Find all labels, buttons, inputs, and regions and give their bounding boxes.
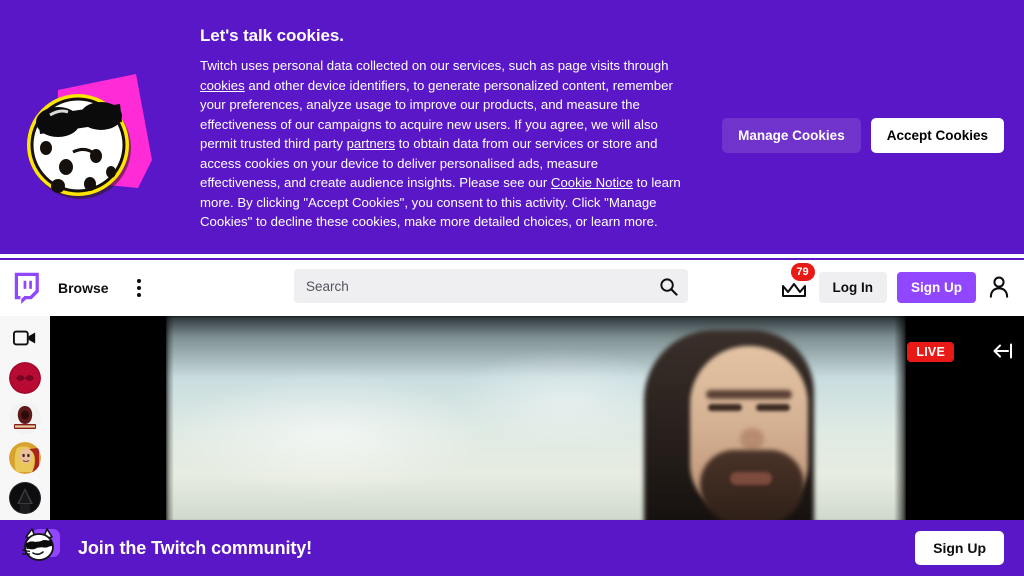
cool-cat-mascot xyxy=(20,527,66,569)
video-camera-glyph xyxy=(13,330,36,346)
collapse-left-arrow-icon[interactable] xyxy=(990,338,1016,364)
cookie-mascot-illustration xyxy=(0,12,200,242)
channel-avatar-4-icon xyxy=(9,482,41,514)
cool-cat-with-sunglasses-icon xyxy=(21,528,60,561)
join-community-title: Join the Twitch community! xyxy=(78,537,313,558)
join-community-bar: Join the Twitch community! Sign Up xyxy=(0,520,1024,576)
sign-up-button-nav[interactable]: Sign Up xyxy=(897,271,976,303)
partners-link[interactable]: partners xyxy=(347,136,395,151)
accept-cookies-button[interactable]: Accept Cookies xyxy=(870,118,1004,153)
prime-crown-icon xyxy=(781,283,806,297)
twitch-page: Let's talk cookies. Twitch uses personal… xyxy=(0,0,1024,576)
sign-up-button-bottom[interactable]: Sign Up xyxy=(915,531,1004,565)
search-icon xyxy=(659,277,678,296)
kebab-dot xyxy=(136,293,141,297)
nav-right-group: 79 Log In Sign Up xyxy=(781,258,1013,316)
cookie-notice-link[interactable]: Cookie Notice xyxy=(551,175,633,190)
prime-notifications[interactable]: 79 xyxy=(781,263,815,301)
search-bar xyxy=(294,269,688,303)
nav-left-group: Browse xyxy=(0,271,153,305)
kebab-dot xyxy=(136,279,141,283)
cookie-banner-body: Twitch uses personal data collected on o… xyxy=(200,56,682,232)
streamer-brow xyxy=(706,390,792,399)
streamer-eye-left xyxy=(708,404,742,411)
streamer-mouth xyxy=(730,472,772,485)
sidebar-item-channel-3[interactable] xyxy=(9,442,41,474)
video-player-stage[interactable]: LIVE xyxy=(50,316,1024,522)
cookie-banner-text: Let's talk cookies. Twitch uses personal… xyxy=(200,12,692,232)
collapse-arrow-glyph xyxy=(993,343,1012,359)
kebab-menu-icon[interactable] xyxy=(125,274,153,302)
streamer-beard xyxy=(700,450,804,522)
account-person-icon[interactable] xyxy=(986,274,1012,300)
cookies-link[interactable]: cookies xyxy=(200,78,245,93)
sidebar-item-channel-2[interactable] xyxy=(9,402,41,434)
search-input[interactable] xyxy=(294,269,648,303)
cookie-banner-actions: Manage Cookies Accept Cookies xyxy=(722,12,1024,153)
search-button[interactable] xyxy=(648,269,688,303)
sidebar-item-channel-4[interactable] xyxy=(9,482,41,514)
manage-cookies-button[interactable]: Manage Cookies xyxy=(722,118,861,153)
channel-avatar-1-icon xyxy=(9,362,41,394)
live-status-badge: LIVE xyxy=(907,342,954,362)
sidebar-item-channel-1[interactable] xyxy=(9,362,41,394)
log-in-button[interactable]: Log In xyxy=(818,271,887,303)
cookie-body-part1: Twitch uses personal data collected on o… xyxy=(200,58,669,73)
left-sidebar xyxy=(0,316,50,522)
channel-avatar-2-icon xyxy=(9,402,41,434)
cookie-with-sunglasses-icon xyxy=(27,74,152,199)
streamer-nose xyxy=(740,428,764,450)
cookie-consent-banner: Let's talk cookies. Twitch uses personal… xyxy=(0,0,1024,254)
stage-left-fade xyxy=(158,316,174,522)
channel-avatar-3-icon xyxy=(9,442,41,474)
video-camera-icon[interactable] xyxy=(9,322,41,354)
streamer-eye-right xyxy=(756,404,790,411)
notification-count-badge: 79 xyxy=(790,263,815,281)
cookie-banner-title: Let's talk cookies. xyxy=(200,26,344,45)
twitch-logo-icon[interactable] xyxy=(10,271,42,305)
stream-video[interactable] xyxy=(166,316,906,522)
kebab-dot xyxy=(136,286,141,290)
streamer-face xyxy=(644,324,834,522)
nav-browse-link[interactable]: Browse xyxy=(42,280,125,296)
